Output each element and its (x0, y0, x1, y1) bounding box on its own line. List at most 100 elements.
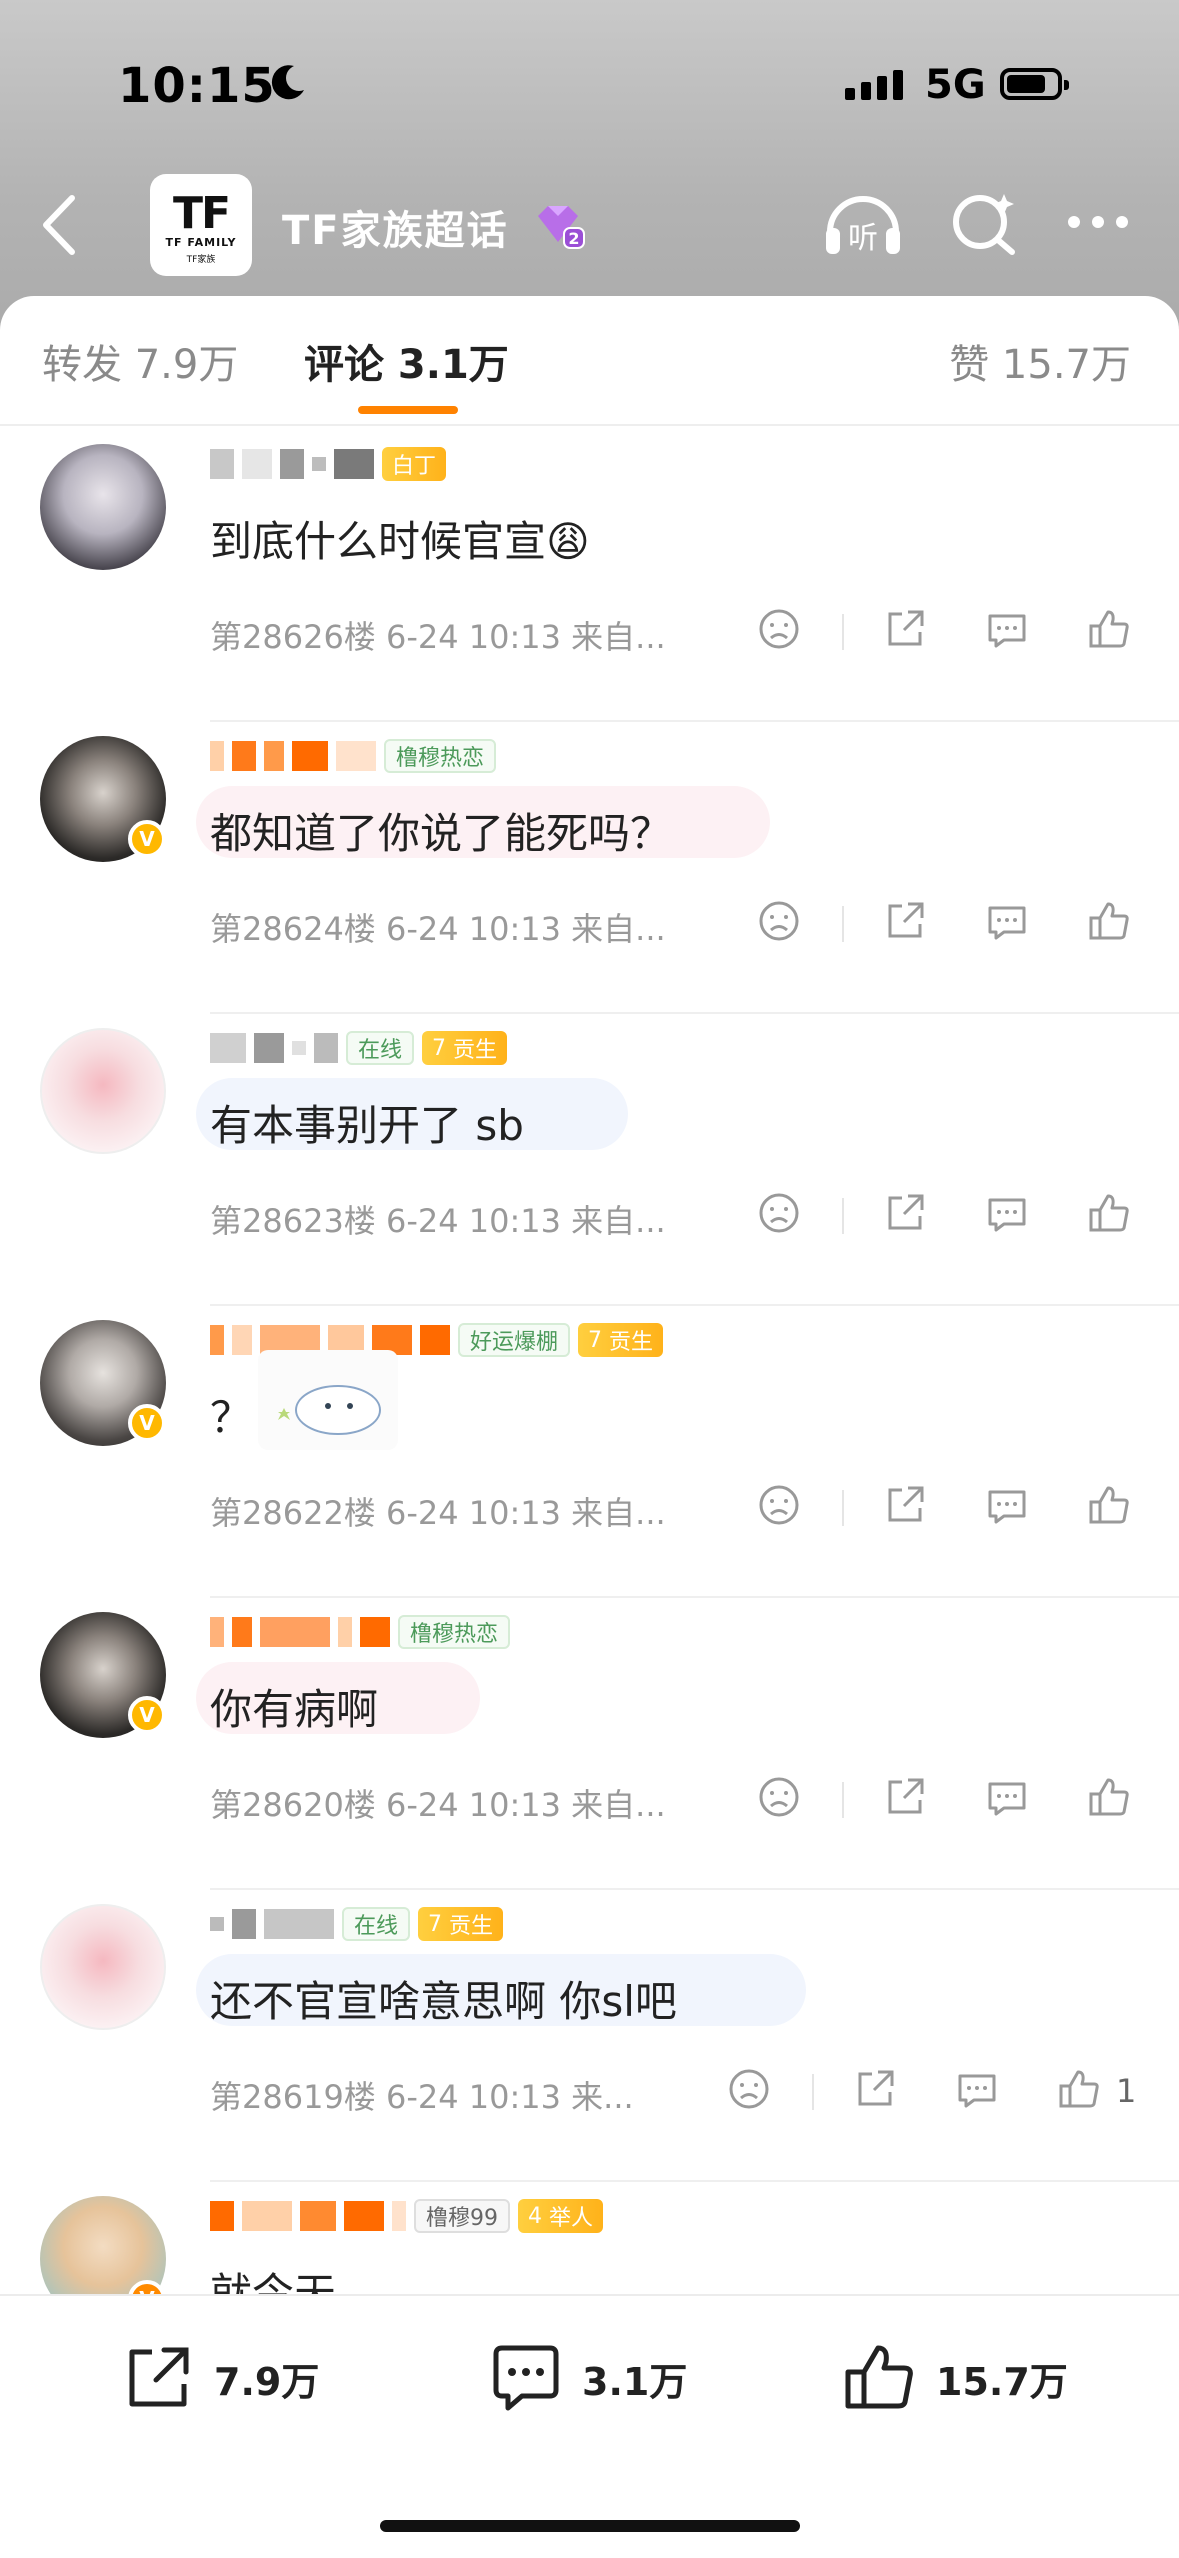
comment-item[interactable]: 在线 7 贡生 还不官宣啥意思啊 你sl吧 第28619楼 6-24 10:13… (0, 1890, 1179, 2182)
level-title: 贡生 (609, 1330, 654, 1355)
like-count: 15.7万 (936, 2359, 1068, 2404)
share-icon[interactable] (882, 1190, 928, 1236)
comment-item[interactable]: 白丁 到底什么时候官宣😩 第28626楼 6-24 10:13 来自... (0, 430, 1179, 722)
verified-badge-icon: V (128, 1404, 166, 1442)
header-background (0, 0, 1179, 330)
username[interactable]: 在线 7 贡生 (210, 1904, 504, 1944)
comment-text: 都知道了你说了能死吗？ (210, 809, 673, 858)
share-icon[interactable] (882, 606, 928, 652)
comment-item[interactable]: V 橹穆热恋 你有病啊 第28620楼 6-24 10:13 来自... (0, 1598, 1179, 1890)
user-status-tag: 在线 (346, 1031, 415, 1065)
divider (842, 1490, 844, 1526)
comment-text: 还不官宣啥意思啊 你sl吧 (210, 1977, 677, 2026)
level-title: 贡生 (453, 1038, 498, 1063)
dislike-icon[interactable] (756, 606, 802, 652)
level-number: 4 (528, 2203, 542, 2229)
dislike-icon[interactable] (726, 2066, 772, 2112)
divider (842, 1782, 844, 1818)
like-icon[interactable] (1086, 1482, 1132, 1528)
user-title-tag: 橹穆热恋 (398, 1615, 511, 1649)
user-level-tag: 7 贡生 (578, 1323, 664, 1357)
divider (842, 1198, 844, 1234)
user-title-tag: 好运爆棚 (458, 1323, 571, 1357)
share-icon[interactable] (882, 1774, 928, 1820)
verified-badge-icon: V (128, 820, 166, 858)
level-number: 7 (428, 1911, 443, 1937)
diamond-level-icon: 2 (538, 206, 585, 249)
search-icon[interactable] (950, 188, 1018, 256)
comment-icon (493, 2345, 559, 2411)
share-icon[interactable] (882, 1482, 928, 1528)
like-count: 1 (1116, 2072, 1137, 2110)
like-icon[interactable] (1086, 1190, 1132, 1236)
comment-item[interactable]: 在线 7 贡生 有本事别开了 sb 第28623楼 6-24 10:13 来自.… (0, 1014, 1179, 1306)
like-icon[interactable] (1086, 606, 1132, 652)
divider (0, 424, 1179, 426)
avatar[interactable] (40, 1028, 166, 1154)
user-title-tag: 橹穆99 (414, 2199, 510, 2233)
tab-forward[interactable]: 转发 7.9万 (42, 332, 238, 390)
reply-icon[interactable] (984, 1774, 1030, 1820)
like-button[interactable]: 15.7万 (842, 2340, 1068, 2416)
username[interactable]: 白丁 (210, 444, 447, 484)
like-icon[interactable] (1086, 898, 1132, 944)
user-level-tag: 7 贡生 (418, 1907, 504, 1941)
comment-text: 就今天 (210, 2269, 337, 2294)
bottom-action-bar: 7.9万 3.1万 15.7万 (0, 2294, 1179, 2558)
username[interactable]: 在线 7 贡生 (210, 1028, 508, 1068)
comment-meta: 第28623楼 6-24 10:13 来自... (210, 1202, 666, 1240)
dislike-icon[interactable] (756, 1190, 802, 1236)
page-title[interactable]: TF家族超话 (282, 198, 509, 256)
comment-button[interactable]: 3.1万 (488, 2340, 687, 2416)
avatar[interactable] (40, 1904, 166, 2030)
forward-count: 7.9万 (214, 2359, 320, 2404)
avatar[interactable] (40, 444, 166, 570)
like-icon (845, 2345, 913, 2409)
reply-icon[interactable] (984, 606, 1030, 652)
level-title: 贡生 (449, 1914, 494, 1939)
comment-item[interactable]: V 橹穆热恋 都知道了你说了能死吗？ 第28624楼 6-24 10:13 来自… (0, 722, 1179, 1014)
username[interactable]: 橹穆热恋 (210, 736, 497, 776)
comment-item[interactable]: V 橹穆99 4 举人 就今天 (0, 2182, 1179, 2294)
comment-text: 到底什么时候官宣😩 (210, 517, 590, 566)
back-arrow-icon[interactable] (32, 190, 92, 260)
divider (842, 614, 844, 650)
share-icon (129, 2347, 189, 2407)
reply-icon[interactable] (984, 1482, 1030, 1528)
like-icon[interactable] (1086, 1774, 1132, 1820)
reply-icon[interactable] (984, 898, 1030, 944)
share-icon[interactable] (882, 898, 928, 944)
status-time: 10:15 (118, 58, 276, 114)
divider (842, 906, 844, 942)
user-title-tag: 白丁 (382, 447, 447, 481)
battery-icon (1000, 68, 1069, 100)
username[interactable]: 橹穆99 4 举人 (210, 2196, 604, 2236)
tab-comment[interactable]: 评论 3.1万 (304, 332, 509, 390)
user-title-tag: 橹穆热恋 (384, 739, 497, 773)
user-level-tag: 4 举人 (518, 2199, 604, 2233)
supertopic-logo[interactable]: TF TF FAMILY TF家族 (150, 174, 252, 276)
home-indicator (380, 2520, 800, 2532)
more-icon[interactable] (1068, 216, 1128, 228)
logo-subtitle-cn: TF家族 (186, 255, 216, 265)
like-icon[interactable] (1056, 2066, 1102, 2112)
verified-badge-icon: V (128, 1696, 166, 1734)
tab-like[interactable]: 赞 15.7万 (949, 332, 1131, 390)
reply-icon[interactable] (984, 1190, 1030, 1236)
username[interactable]: 橹穆热恋 (210, 1612, 511, 1652)
reply-icon[interactable] (954, 2066, 1000, 2112)
comment-meta: 第28619楼 6-24 10:13 来... (210, 2078, 634, 2116)
level-number: 7 (432, 1035, 447, 1061)
listen-icon[interactable]: 听 (822, 186, 904, 262)
signal-icon (845, 70, 903, 100)
dislike-icon[interactable] (756, 898, 802, 944)
dislike-icon[interactable] (756, 1774, 802, 1820)
comment-text: 你有病啊 (210, 1685, 379, 1734)
comment-meta: 第28626楼 6-24 10:13 来自... (210, 618, 666, 656)
comment-item[interactable]: V 好运爆棚 7 贡生 ？ 第28622楼 6-24 10:13 来自... (0, 1306, 1179, 1598)
logo-text: TF (172, 188, 231, 239)
forward-button[interactable]: 7.9万 (120, 2340, 319, 2416)
dislike-icon[interactable] (756, 1482, 802, 1528)
comment-meta: 第28624楼 6-24 10:13 来自... (210, 910, 666, 948)
share-icon[interactable] (852, 2066, 898, 2112)
